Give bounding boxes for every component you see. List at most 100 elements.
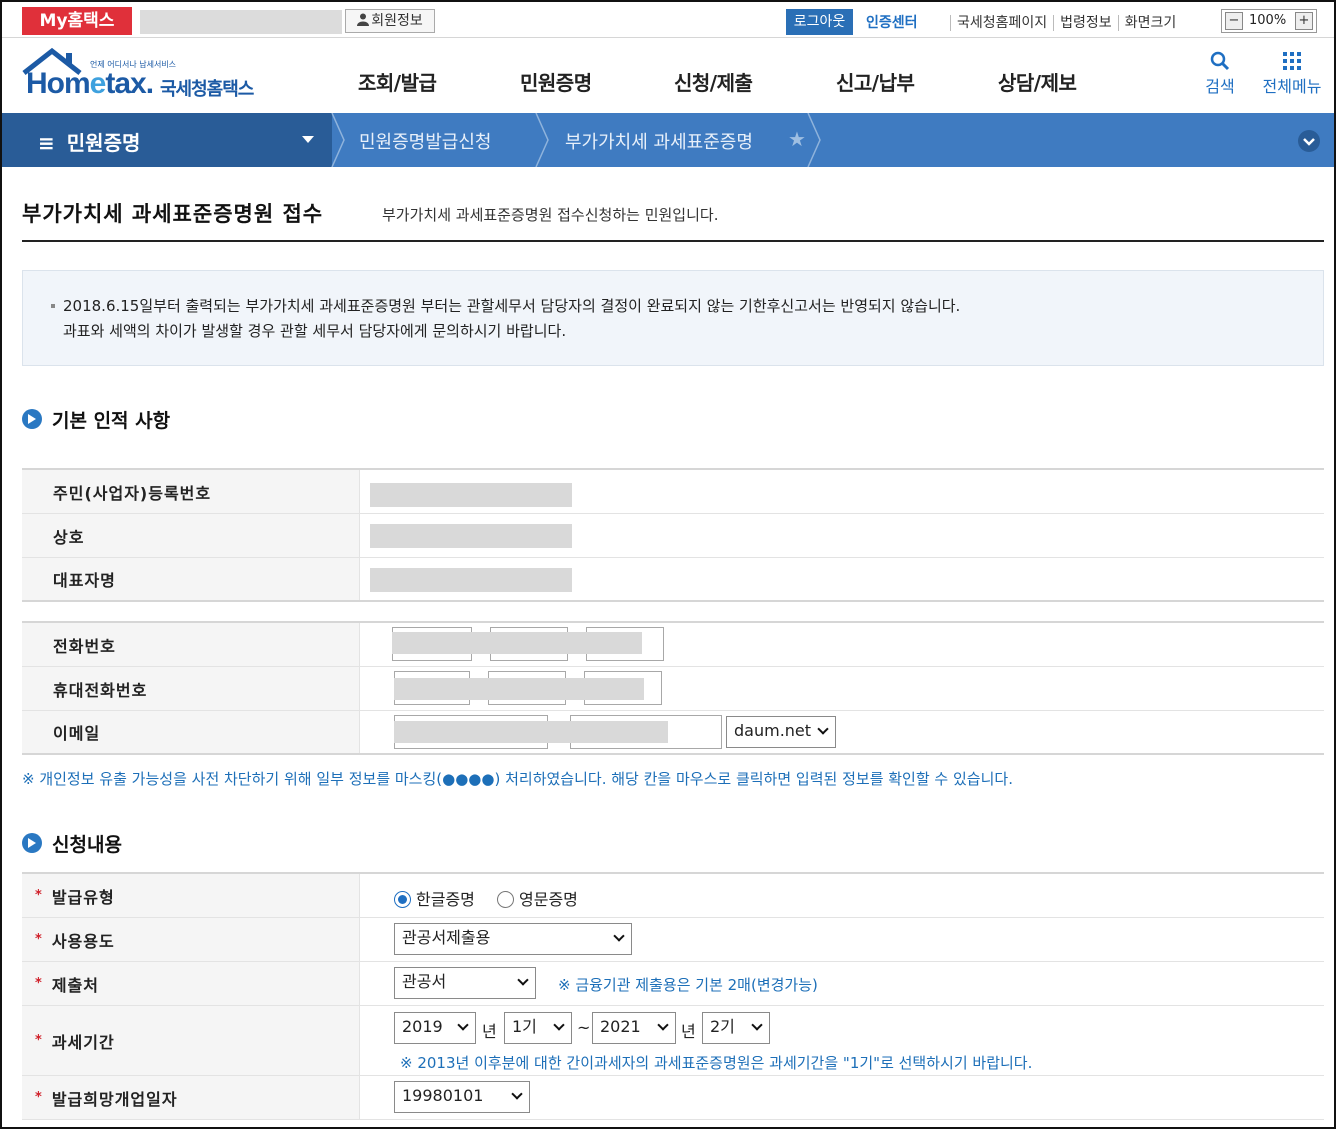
member-info-button[interactable]: 회원정보 <box>345 9 435 33</box>
arrow-circle-icon <box>22 409 42 429</box>
breadcrumb-separator <box>807 113 821 167</box>
open-date-select[interactable]: 19980101 <box>394 1081 530 1113</box>
search-button[interactable]: 검색 <box>1200 51 1240 97</box>
breadcrumb-item-issue-request[interactable]: 민원증명발급신청 <box>359 128 491 154</box>
zoom-in-button[interactable]: + <box>1295 12 1313 30</box>
period-from-year-select[interactable]: 2019 <box>394 1012 476 1044</box>
usage-label: * 사용용도 <box>22 918 360 961</box>
table-row: 휴대전화번호 <box>22 667 1324 711</box>
tilde-label: ~ <box>577 1018 591 1037</box>
breadcrumb-menu-dropdown[interactable]: ≡ 민원증명 <box>2 113 332 167</box>
hometax-logo[interactable]: 언제 어디서나 납세서비스 Hometax. 국세청홈택스 <box>22 47 272 105</box>
page-description: 부가가치세 과세표준증명원 접수신청하는 민원입니다. <box>382 206 719 224</box>
page-title: 부가가치세 과세표준증명원 접수 <box>22 202 324 226</box>
nav-civil-certificate[interactable]: 민원증명 <box>520 67 592 96</box>
all-menu-label: 전체메뉴 <box>1262 77 1322 96</box>
nav-report-payment[interactable]: 신고/납부 <box>836 67 915 96</box>
table-row: 전화번호 <box>22 623 1324 667</box>
bullet-icon <box>51 304 55 308</box>
chevron-down-icon <box>553 1019 565 1031</box>
logo-wordmark: Hometax. <box>26 67 154 100</box>
mobile-masked-value <box>394 678 644 700</box>
phone-label: 전화번호 <box>22 623 360 666</box>
favorite-star-icon[interactable]: ★ <box>788 127 806 151</box>
radio-selected-icon <box>394 891 411 908</box>
my-hometax-button[interactable]: My홈택스 <box>22 7 132 35</box>
search-label: 검색 <box>1205 77 1235 96</box>
usage-select[interactable]: 관공서제출용 <box>394 923 632 955</box>
request-table: * 발급유형 한글증명 영문증명 * 사용용도 관공서제출용 * 제출처 관공서 ※ … <box>22 872 1324 1120</box>
table-row: * 과세기간 2019 년 1기 ~ 2021 년 2기 ※ 2013년 이후분에… <box>22 1006 1324 1076</box>
title-divider <box>22 240 1324 242</box>
registration-number-label: 주민(사업자)등록번호 <box>22 470 360 513</box>
chevron-down-icon <box>751 1019 763 1031</box>
expand-chevron-button[interactable] <box>1298 130 1320 152</box>
notice-box: 2018.6.15일부터 출력되는 부가가치세 과세표준증명원 부터는 관할세무… <box>22 270 1324 366</box>
nav-application-submit[interactable]: 신청/제출 <box>674 67 753 96</box>
chevron-down-icon <box>657 1019 669 1031</box>
table-row: 상호 <box>22 514 1324 558</box>
period-from-term-select[interactable]: 1기 <box>504 1012 572 1044</box>
mobile-phone-label: 휴대전화번호 <box>22 667 360 710</box>
company-name-value <box>370 524 572 548</box>
auth-center-link[interactable]: 인증센터 <box>866 12 918 32</box>
email-label: 이메일 <box>22 711 360 753</box>
year-unit-label: 년 <box>482 1022 497 1041</box>
notice-line-1: 2018.6.15일부터 출력되는 부가가치세 과세표준증명원 부터는 관할세무… <box>63 297 961 315</box>
masking-notice: ※ 개인정보 유출 가능성을 사전 차단하기 위해 일부 정보를 마스킹(●●●… <box>22 770 1013 788</box>
chevron-down-icon <box>1303 138 1315 146</box>
open-date-label: * 발급희망개업일자 <box>22 1076 360 1119</box>
registration-number-value <box>370 483 572 507</box>
chevron-down-icon <box>817 723 829 735</box>
hamburger-icon: ≡ <box>38 131 55 155</box>
user-name-masked <box>140 10 342 34</box>
section-heading-basic-info: 기본 인적 사항 <box>22 406 170 433</box>
radio-unselected-icon <box>497 891 514 908</box>
breadcrumb-separator <box>331 113 345 167</box>
radio-english[interactable]: 영문증명 <box>497 886 578 910</box>
submit-to-select[interactable]: 관공서 <box>394 967 536 999</box>
nts-homepage-link[interactable]: 국세청홈페이지 <box>950 15 1054 31</box>
breadcrumb-item-vat-certificate[interactable]: 부가가치세 과세표준증명 <box>565 128 753 154</box>
notice-line-2: 과표와 세액의 차이가 발생할 경우 관할 세무서 담당자에게 문의하시기 바랍… <box>63 322 567 340</box>
breadcrumb-menu-title: ≡ 민원증명 <box>38 131 141 155</box>
main-header: 언제 어디서나 납세서비스 Hometax. 국세청홈택스 조회/발급 민원증명… <box>2 39 1334 113</box>
nav-consult-report[interactable]: 상담/제보 <box>998 67 1077 96</box>
grid-menu-icon <box>1283 52 1301 70</box>
table-row: * 발급유형 한글증명 영문증명 <box>22 874 1324 918</box>
phone-masked-value <box>392 632 642 654</box>
section-heading-request: 신청내용 <box>22 830 122 857</box>
table-row: 이메일 daum.net <box>22 711 1324 755</box>
member-info-label: 회원정보 <box>371 13 423 29</box>
chevron-down-icon <box>517 974 529 986</box>
representative-name-value <box>370 568 572 592</box>
breadcrumb-separator <box>535 113 549 167</box>
zoom-control: − 100% + <box>1221 9 1317 33</box>
screen-size-label: 화면크기 <box>1117 15 1183 31</box>
top-utility-bar: My홈택스 회원정보 로그아웃 인증센터 국세청홈페이지 법령정보 화면크기 − 1… <box>2 2 1334 38</box>
radio-korean[interactable]: 한글증명 <box>394 886 475 910</box>
submit-to-hint: ※ 금융기관 제출용은 기본 2매(변경가능) <box>558 976 818 994</box>
table-row: * 발급희망개업일자 19980101 <box>22 1076 1324 1120</box>
email-masked-value <box>394 721 668 743</box>
representative-name-label: 대표자명 <box>22 558 360 600</box>
nav-inquiry-issue[interactable]: 조회/발급 <box>358 67 437 96</box>
company-name-label: 상호 <box>22 514 360 557</box>
logout-button[interactable]: 로그아웃 <box>786 9 853 35</box>
top-links: 국세청홈페이지 법령정보 화면크기 <box>950 12 1183 32</box>
caret-down-icon <box>302 136 314 143</box>
zoom-out-button[interactable]: − <box>1225 12 1243 30</box>
page-frame: My홈택스 회원정보 로그아웃 인증센터 국세청홈페이지 법령정보 화면크기 − 1… <box>0 0 1336 1129</box>
law-info-link[interactable]: 법령정보 <box>1053 15 1118 31</box>
period-to-year-select[interactable]: 2021 <box>592 1012 676 1044</box>
all-menu-button[interactable]: 전체메뉴 <box>1256 51 1328 97</box>
email-domain-select[interactable]: daum.net <box>726 716 836 748</box>
breadcrumb: ≡ 민원증명 민원증명발급신청 부가가치세 과세표준증명 ★ <box>2 113 1334 167</box>
basic-info-table: 주민(사업자)등록번호 상호 대표자명 <box>22 468 1324 602</box>
table-row: * 제출처 관공서 ※ 금융기관 제출용은 기본 2매(변경가능) <box>22 962 1324 1006</box>
arrow-circle-icon <box>22 833 42 853</box>
table-row: * 사용용도 관공서제출용 <box>22 918 1324 962</box>
tax-period-label: * 과세기간 <box>22 1006 360 1075</box>
chevron-down-icon <box>613 930 625 942</box>
period-to-term-select[interactable]: 2기 <box>702 1012 770 1044</box>
